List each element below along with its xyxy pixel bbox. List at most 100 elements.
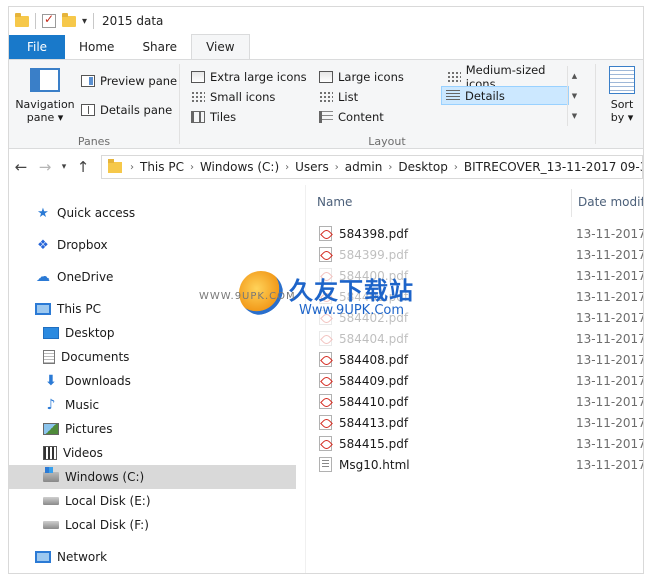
tree-item-pictures[interactable]: Pictures <box>9 417 296 441</box>
chevron-right-icon[interactable]: › <box>333 162 341 173</box>
music-icon: ♪ <box>46 397 56 413</box>
column-separator[interactable] <box>571 189 572 217</box>
tree-item-label: Pictures <box>65 422 113 436</box>
file-date: 13-11-2017 0 <box>576 247 644 262</box>
tree-item-quick-access[interactable]: ★ Quick access <box>9 201 296 225</box>
pictures-icon <box>43 423 59 435</box>
tree-item-local-disk-e[interactable]: Local Disk (E:) <box>9 489 296 513</box>
file-date: 13-11-2017 0 <box>576 436 644 451</box>
layout-details[interactable]: Details <box>441 86 569 105</box>
tree-item-dropbox[interactable]: ❖ Dropbox <box>9 233 296 257</box>
layout-gallery: Extra large icons Large icons Medium-siz… <box>185 63 581 126</box>
chevron-right-icon[interactable]: › <box>283 162 291 173</box>
tree-item-videos[interactable]: Videos <box>9 441 296 465</box>
address-row: ← → ▾ ↑ › This PC › Windows (C:) › Users… <box>9 150 643 184</box>
file-name: 584398.pdf <box>339 226 409 241</box>
content-icon <box>319 110 333 123</box>
pdf-file-icon <box>319 226 332 241</box>
chevron-right-icon[interactable]: › <box>188 162 196 173</box>
tree-item-local-disk-f[interactable]: Local Disk (F:) <box>9 513 296 537</box>
layout-extra-large-icons[interactable]: Extra large icons <box>187 67 311 86</box>
tab-view[interactable]: View <box>191 34 250 59</box>
star-icon: ★ <box>37 205 49 221</box>
disk-icon <box>43 497 59 505</box>
file-row[interactable]: 584415.pdf 13-11-2017 0 <box>307 433 644 454</box>
new-folder-icon[interactable] <box>62 12 76 27</box>
navigation-pane-button[interactable]: Navigation pane ▾ <box>15 68 75 124</box>
file-row[interactable]: 584410.pdf 13-11-2017 0 <box>307 391 644 412</box>
pdf-file-icon <box>319 373 332 388</box>
breadcrumb-admin[interactable]: admin <box>341 160 387 174</box>
tree-item-windows-c[interactable]: Windows (C:) <box>9 465 296 489</box>
chevron-up-icon[interactable]: ▲ <box>572 72 577 80</box>
layout-label: Large icons <box>338 69 404 84</box>
tree-item-music[interactable]: ♪ Music <box>9 393 296 417</box>
up-arrow-icon[interactable]: ↑ <box>71 158 95 176</box>
documents-icon <box>43 350 55 364</box>
pane-splitter[interactable] <box>305 185 306 573</box>
breadcrumb-windows-c[interactable]: Windows (C:) <box>196 160 283 174</box>
layout-large-icons[interactable]: Large icons <box>315 67 408 86</box>
layout-scroll[interactable]: ▲ ▼ ▼ <box>567 66 581 126</box>
navigation-tree: ★ Quick access ❖ Dropbox ☁ OneDrive This… <box>9 199 296 573</box>
layout-content[interactable]: Content <box>315 107 388 126</box>
tab-file[interactable]: File <box>9 35 65 59</box>
breadcrumb-desktop[interactable]: Desktop <box>394 160 452 174</box>
chevron-right-icon[interactable]: › <box>386 162 394 173</box>
column-name[interactable]: Name <box>317 185 567 219</box>
customize-quick-access-icon[interactable]: ▾ <box>82 16 87 27</box>
breadcrumb-this-pc[interactable]: This PC <box>136 160 188 174</box>
breadcrumb-bitrecover[interactable]: BITRECOVER_13-11-2017 09-3 <box>460 160 642 174</box>
file-date: 13-11-2017 0 <box>576 394 644 409</box>
window-title: 2015 data <box>102 14 164 28</box>
navigation-pane-icon <box>30 68 60 92</box>
html-file-icon <box>319 457 332 472</box>
recent-locations-icon[interactable]: ▾ <box>57 162 71 172</box>
file-row[interactable]: 584399.pdf 13-11-2017 0 <box>307 244 644 265</box>
sort-by-button[interactable]: Sort by ▾ <box>605 66 639 124</box>
tab-share[interactable]: Share <box>128 35 191 59</box>
network-icon <box>35 551 51 563</box>
file-row[interactable]: 584404.pdf 13-11-2017 0 <box>307 328 643 349</box>
chevron-right-icon[interactable]: › <box>452 162 460 173</box>
chevron-right-icon[interactable]: › <box>128 162 136 173</box>
address-bar[interactable]: › This PC › Windows (C:) › Users › admin… <box>101 155 643 179</box>
preview-pane-button[interactable]: Preview pane <box>81 74 177 88</box>
file-row[interactable]: 584398.pdf 13-11-2017 0 <box>307 223 644 244</box>
tree-item-downloads[interactable]: ⬇ Downloads <box>9 369 296 393</box>
properties-icon[interactable] <box>42 12 56 28</box>
ribbon-tabs: File Home Share View <box>9 34 643 59</box>
column-date-modified[interactable]: Date modifie <box>578 185 643 219</box>
tree-item-label: Network <box>57 550 108 564</box>
file-list: 584398.pdf 13-11-2017 0 584399.pdf 13-11… <box>307 219 644 479</box>
layout-label: Extra large icons <box>210 69 307 84</box>
layout-small-icons[interactable]: Small icons <box>187 87 279 106</box>
tree-item-documents[interactable]: Documents <box>9 345 296 369</box>
folder-icon[interactable] <box>15 12 29 27</box>
file-row[interactable]: Msg10.html 13-11-2017 0 <box>307 454 644 475</box>
file-row[interactable]: 584413.pdf 13-11-2017 0 <box>307 412 644 433</box>
layout-label: Tiles <box>210 109 237 124</box>
breadcrumb-users[interactable]: Users <box>291 160 333 174</box>
back-arrow-icon[interactable]: ← <box>9 158 33 176</box>
layout-tiles[interactable]: Tiles <box>187 107 240 126</box>
layout-medium-icons[interactable]: Medium-sized icons <box>443 63 581 91</box>
forward-arrow-icon[interactable]: → <box>33 158 57 176</box>
file-date: 13-11-2017 0 <box>576 415 644 430</box>
small-icons-icon <box>191 90 205 103</box>
extra-large-icons-icon <box>191 70 205 83</box>
file-name: 584399.pdf <box>339 247 409 262</box>
file-name: 584409.pdf <box>339 373 409 388</box>
details-pane-button[interactable]: Details pane <box>81 103 172 117</box>
expand-gallery-icon[interactable]: ▼ <box>572 112 577 120</box>
chevron-down-icon[interactable]: ▼ <box>572 92 577 100</box>
tab-home[interactable]: Home <box>65 35 128 59</box>
file-row[interactable]: 584408.pdf 13-11-2017 0 <box>307 349 643 370</box>
file-row[interactable]: 584409.pdf 13-11-2017 0 <box>307 370 643 391</box>
tree-item-network[interactable]: Network <box>9 545 296 569</box>
file-date: 13-11-2017 0 <box>576 457 644 472</box>
layout-list[interactable]: List <box>315 87 362 106</box>
pdf-file-icon <box>319 415 332 430</box>
panes-group-label: Panes <box>77 135 111 148</box>
file-date: 13-11-2017 0 <box>576 226 644 241</box>
